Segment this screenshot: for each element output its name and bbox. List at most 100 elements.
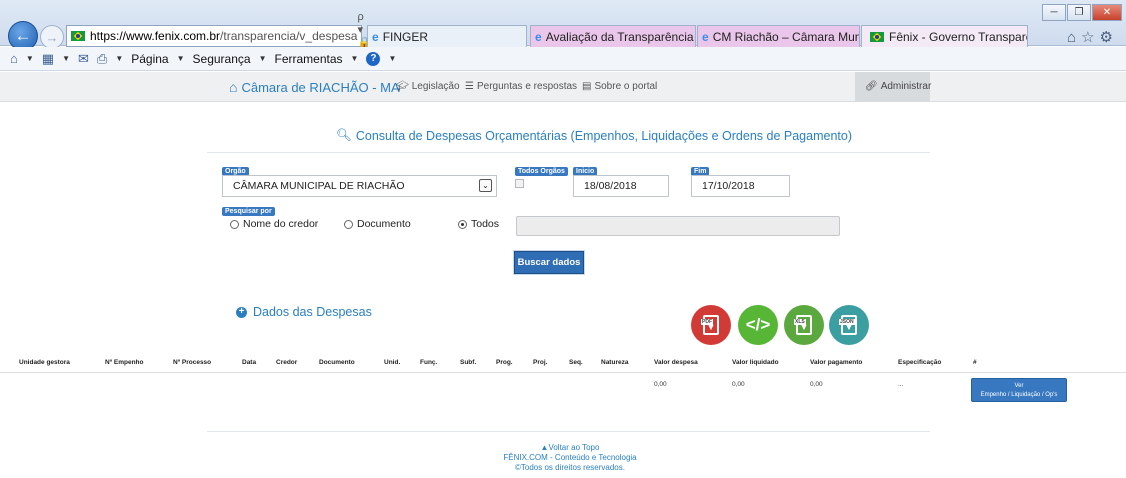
- chevron-down-icon[interactable]: ▼: [388, 54, 396, 63]
- radio-nome-credor[interactable]: Nome do credor: [230, 218, 318, 230]
- ie-icon: e: [702, 29, 709, 44]
- link-icon: 🔗︎: [865, 81, 878, 92]
- plus-circle-icon: +: [236, 306, 247, 318]
- hdd-icon: ▤: [582, 81, 592, 92]
- tab-avaliacao[interactable]: e Avaliação da Transparência do...: [530, 25, 696, 47]
- cell-valor-pagamento: 0,00: [810, 381, 823, 388]
- site-favicon-icon: [71, 31, 85, 41]
- chevron-down-icon[interactable]: ▼: [62, 54, 70, 63]
- forward-arrow-icon[interactable]: →: [40, 25, 64, 49]
- address-path: /transparencia/v_despesa: [220, 29, 358, 43]
- address-bar[interactable]: https://www.fenix.com.br /transparencia/…: [66, 11, 371, 61]
- col-func: Funç.: [420, 359, 438, 366]
- export-pdf-button[interactable]: PDF ▼: [691, 305, 731, 345]
- col-empenho: Nº Empenho: [105, 359, 144, 366]
- tab-label: Avaliação da Transparência do...: [545, 29, 695, 44]
- nav-administrar[interactable]: 🔗︎ Administrar: [855, 72, 931, 101]
- menu-pagina[interactable]: Página: [131, 52, 168, 66]
- divider: [207, 152, 930, 153]
- tab-cm-riachao[interactable]: e CM Riachão – Câmara Munici...: [697, 25, 860, 47]
- minimize-icon[interactable]: ─: [1042, 4, 1066, 21]
- code-icon: </>: [745, 315, 771, 334]
- site-favicon-icon: [870, 31, 884, 42]
- home-icon[interactable]: ⌂: [1067, 29, 1081, 46]
- col-processo: Nº Processo: [173, 359, 212, 366]
- nav-sobre[interactable]: ▤ Sobre o portal: [582, 81, 657, 92]
- back-to-top-link[interactable]: ▲Voltar ao Topo: [440, 443, 700, 452]
- json-file-icon: JSON ▼: [839, 315, 857, 335]
- home-icon[interactable]: ⌂: [10, 51, 18, 66]
- feeds-icon[interactable]: ▦: [42, 51, 54, 67]
- mail-icon[interactable]: ✉: [78, 51, 89, 67]
- cell-especificacao: ...: [898, 381, 904, 388]
- col-seq: Seq.: [569, 359, 583, 366]
- col-valor-liquidado: Valor liquidado: [732, 359, 779, 366]
- pdf-file-icon: PDF ▼: [701, 315, 719, 335]
- chevron-down-icon: ⌄: [479, 179, 492, 192]
- maximize-icon[interactable]: ❐: [1067, 4, 1091, 21]
- print-icon[interactable]: ⎙: [97, 51, 107, 67]
- export-xml-button[interactable]: </>: [738, 305, 778, 345]
- cell-valor-despesa: 0,00: [654, 381, 667, 388]
- page-title: 🔍︎ Consulta de Despesas Orçamentárias (E…: [336, 128, 852, 143]
- chevron-down-icon[interactable]: ▼: [115, 54, 123, 63]
- radio-label: Todos: [471, 218, 500, 230]
- tab-label: FINGER: [382, 29, 429, 44]
- orgao-select[interactable]: CÂMARA MUNICIPAL DE RIACHÃO ⌄: [222, 175, 497, 197]
- site-navbar: ⌂ Câmara de RIACHÃO - MA 🎓︎ Legislação ☰…: [0, 72, 1126, 102]
- favorites-star-icon[interactable]: ☆: [1081, 29, 1099, 46]
- ver-label: Ver: [1014, 383, 1024, 389]
- footer-company[interactable]: FÊNIX.COM - Conteúdo e Tecnologia: [440, 453, 700, 462]
- search-icon: 🔍︎: [336, 128, 352, 142]
- export-xls-button[interactable]: XLS ▼: [784, 305, 824, 345]
- col-prog: Prog.: [496, 359, 513, 366]
- radio-documento[interactable]: Documento: [344, 218, 411, 230]
- fim-value: 17/10/2018: [702, 180, 755, 192]
- brand-label: Câmara de RIACHÃO - MA: [241, 79, 400, 95]
- fim-date-input[interactable]: 17/10/2018: [691, 175, 790, 197]
- section-title[interactable]: + Dados das Despesas: [236, 305, 372, 319]
- col-proj: Proj.: [533, 359, 548, 366]
- chevron-down-icon[interactable]: ▼: [177, 54, 185, 63]
- col-credor: Credor: [276, 359, 298, 366]
- buscar-dados-button[interactable]: Buscar dados: [514, 251, 584, 274]
- nav-label: Legislação: [411, 81, 460, 92]
- home-icon: ⌂: [229, 79, 238, 95]
- col-documento: Documento: [319, 359, 355, 366]
- tab-fenix[interactable]: Fênix - Governo Transparen... ×: [861, 25, 1028, 47]
- settings-gear-icon[interactable]: ⚙: [1100, 29, 1118, 46]
- browser-toolbar-icons: ⌂☆⚙: [1067, 28, 1118, 46]
- tab-label: Fênix - Governo Transparen...: [889, 29, 1027, 44]
- export-json-button[interactable]: JSON ▼: [829, 305, 869, 345]
- menu-ferramentas[interactable]: Ferramentas: [275, 52, 343, 66]
- chevron-down-icon[interactable]: ▼: [259, 54, 267, 63]
- chevron-down-icon[interactable]: ▼: [26, 54, 34, 63]
- list-icon: ☰: [465, 81, 474, 92]
- graduation-cap-icon: 🎓︎: [396, 81, 409, 92]
- ie-icon: e: [535, 29, 542, 44]
- footer-divider: [207, 431, 930, 432]
- menu-seguranca[interactable]: Segurança: [193, 52, 251, 66]
- radio-todos[interactable]: Todos: [458, 218, 499, 230]
- help-icon[interactable]: ?: [366, 51, 381, 66]
- footer-rights: ©Todos os direitos reservados.: [515, 463, 625, 472]
- ver-sublabel: Empenho / Liquidação / Op's: [980, 392, 1058, 398]
- ver-empenho-button[interactable]: Ver Empenho / Liquidação / Op's: [971, 378, 1067, 402]
- todos-orgaos-checkbox[interactable]: [515, 179, 524, 188]
- radio-selected-icon: [458, 219, 467, 229]
- nav-perguntas[interactable]: ☰ Perguntas e respostas: [465, 81, 577, 92]
- close-window-icon[interactable]: ✕: [1092, 4, 1122, 21]
- radio-icon: [230, 219, 239, 229]
- brand-link[interactable]: ⌂ Câmara de RIACHÃO - MA: [229, 79, 400, 95]
- col-natureza: Natureza: [601, 359, 629, 366]
- radio-icon: [344, 219, 353, 229]
- search-text-input[interactable]: [516, 216, 840, 236]
- section-title-text: Dados das Despesas: [253, 305, 372, 319]
- ie-icon: e: [372, 29, 379, 44]
- nav-legislacao[interactable]: 🎓︎ Legislação: [396, 81, 460, 92]
- tab-finger[interactable]: e FINGER: [367, 25, 527, 47]
- inicio-date-input[interactable]: 18/08/2018: [573, 175, 669, 197]
- pesquisar-label: Pesquisar por: [222, 207, 275, 216]
- chevron-down-icon[interactable]: ▼: [351, 54, 359, 63]
- col-subf: Subf.: [460, 359, 477, 366]
